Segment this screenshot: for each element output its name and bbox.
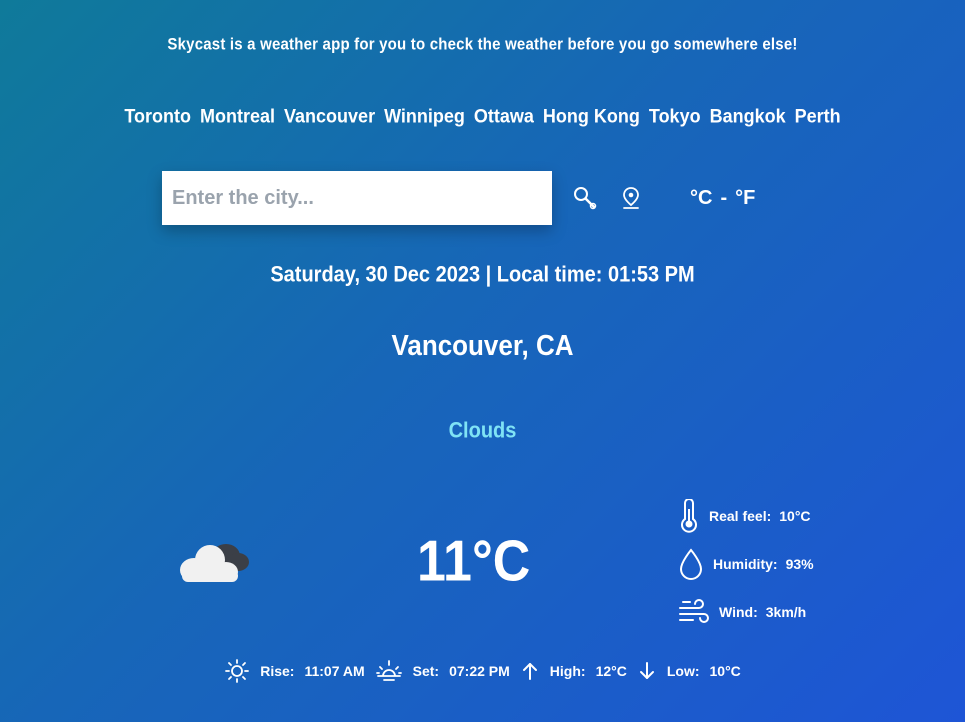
weather-details: Real feel: 10°C Humidity: 93% Wind: 3km/… — [677, 492, 814, 636]
local-datetime: Saturday, 30 Dec 2023 | Local time: 01:5… — [270, 262, 695, 288]
fahrenheit-button[interactable]: °F — [735, 187, 755, 210]
city-search-input[interactable] — [162, 171, 552, 225]
sunset-label: Set: — [412, 663, 440, 679]
wind-value: 3km/h — [765, 604, 807, 620]
search-bar: °C - °F — [162, 171, 802, 227]
real-feel-label: Real feel: — [709, 508, 772, 524]
city-link-tokyo[interactable]: Tokyo — [649, 105, 701, 128]
wind-label: Wind: — [719, 604, 758, 620]
location-name: Vancouver, CA — [391, 328, 574, 362]
wind-row: Wind: 3km/h — [677, 588, 814, 636]
tagline: Skycast is a weather app for you to chec… — [167, 35, 798, 54]
low-temp-item: Low: 10°C — [637, 660, 741, 682]
weather-app: Skycast is a weather app for you to chec… — [2, 2, 963, 722]
current-temperature: 11°C — [417, 530, 531, 594]
sun-and-range-bar: Rise: 11:07 AM Set: 07:22 PM High: 12°C … — [2, 658, 963, 684]
arrow-up-icon — [522, 663, 537, 680]
search-icon[interactable] — [572, 185, 598, 211]
real-feel-value: 10°C — [779, 508, 811, 524]
unit-toggle: °C - °F — [690, 187, 755, 210]
sunset-icon — [375, 660, 402, 681]
sunrise-label: Rise: — [260, 663, 295, 679]
location-pin-icon[interactable] — [618, 185, 644, 211]
city-link-winnipeg[interactable]: Winnipeg — [384, 105, 465, 128]
high-temp-item: High: 12°C — [520, 660, 627, 682]
sunset-value: 07:22 PM — [449, 663, 510, 679]
city-link-vancouver[interactable]: Vancouver — [284, 105, 375, 128]
city-link-ottawa[interactable]: Ottawa — [474, 105, 534, 128]
humidity-row: Humidity: 93% — [677, 540, 814, 588]
wind-icon — [679, 599, 709, 623]
city-link-toronto[interactable]: Toronto — [124, 105, 191, 128]
sunrise-value: 11:07 AM — [304, 663, 365, 679]
low-temp-value: 10°C — [709, 663, 741, 679]
thermometer-icon — [681, 499, 697, 533]
city-link-montreal[interactable]: Montreal — [200, 105, 275, 128]
high-temp-value: 12°C — [595, 663, 627, 679]
humidity-label: Humidity: — [713, 556, 778, 572]
humidity-value: 93% — [785, 556, 814, 572]
sunrise-item: Rise: 11:07 AM — [224, 658, 365, 684]
weather-condition: Clouds — [448, 418, 517, 444]
real-feel-row: Real feel: 10°C — [677, 492, 814, 540]
unit-separator: - — [720, 187, 728, 209]
high-temp-label: High: — [549, 663, 586, 679]
low-temp-label: Low: — [666, 663, 700, 679]
sunset-item: Set: 07:22 PM — [375, 658, 510, 684]
clouds-icon — [174, 532, 254, 586]
city-link-bangkok[interactable]: Bangkok — [710, 105, 786, 128]
city-link-perth[interactable]: Perth — [795, 105, 841, 128]
droplet-icon — [679, 548, 703, 580]
sunrise-icon — [225, 659, 250, 683]
arrow-down-icon — [639, 662, 654, 679]
city-link-hong-kong[interactable]: Hong Kong — [543, 105, 640, 128]
celsius-button[interactable]: °C — [690, 187, 712, 210]
city-quick-links: Toronto Montreal Vancouver Winnipeg Otta… — [2, 105, 963, 128]
